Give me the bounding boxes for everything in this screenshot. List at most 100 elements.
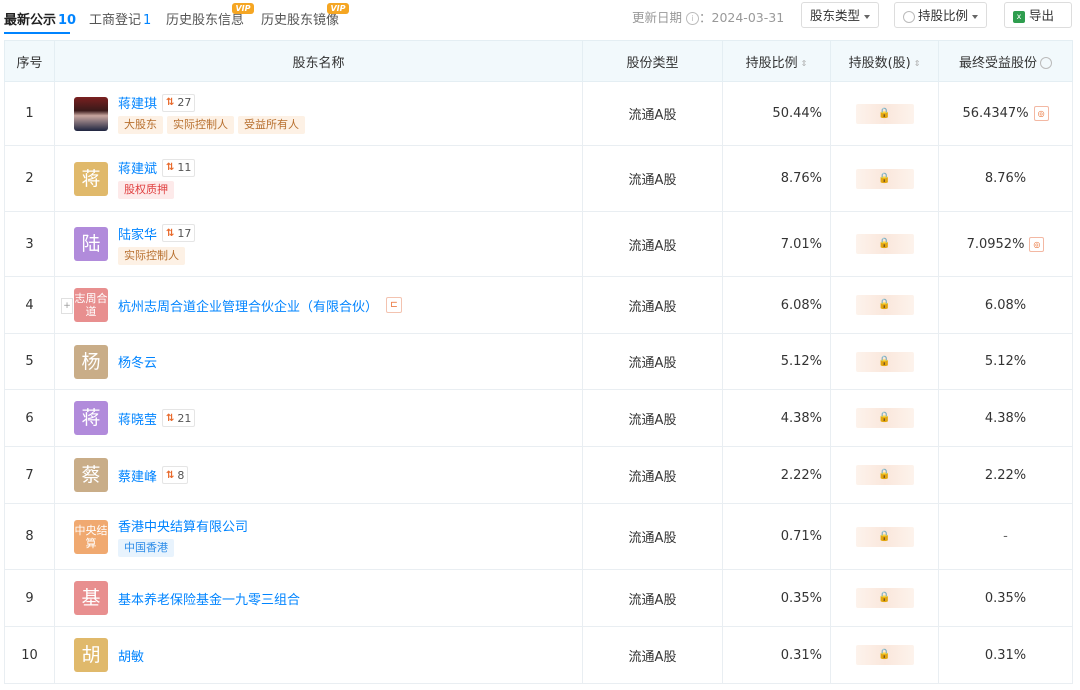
- avatar: [74, 96, 108, 131]
- relation-icon: ⇅: [166, 469, 175, 481]
- holder-cell: 蒋建琪 ⇅ 27 大股东 实际控制人 受益所有人: [54, 81, 583, 146]
- avatar: 蔡: [74, 458, 108, 492]
- table-row: 2 蒋蒋建斌 ⇅ 11 股权质押 流通A股 8.76% 🔒 8.76%: [4, 145, 1073, 212]
- holding-ratio: 2.22%: [722, 446, 831, 504]
- holder-name-line: 杨冬云: [118, 352, 157, 371]
- tab-history-shareholders[interactable]: 历史股东信息 VIP: [166, 3, 254, 28]
- share-count-locked: 🔒: [830, 276, 939, 334]
- lock-icon[interactable]: 🔒: [855, 351, 914, 372]
- relation-icon: ⇅: [166, 227, 175, 239]
- info-icon[interactable]: i: [686, 12, 699, 25]
- update-date-value: ：2024-03-31: [699, 10, 785, 25]
- lock-icon[interactable]: 🔒: [855, 168, 914, 189]
- holder-name-link[interactable]: 蒋建斌: [118, 158, 157, 177]
- avatar: 杨: [74, 344, 108, 379]
- avatar: 基: [74, 581, 108, 615]
- holder-name-link[interactable]: 胡敏: [118, 646, 144, 665]
- relation-count: 27: [177, 96, 192, 109]
- holder-name-link[interactable]: 杨冬云: [118, 352, 157, 371]
- relation-count: 17: [177, 226, 192, 240]
- final-benefit-share: 6.08%: [938, 276, 1073, 334]
- row-number: 9: [4, 569, 55, 627]
- table-row: 8 中央结算 香港中央结算有限公司 中国香港 流通A股 0.71% 🔒 -: [4, 503, 1073, 570]
- holder-name-link[interactable]: 蔡建峰: [118, 466, 157, 485]
- share-count-locked: 🔒: [830, 626, 939, 684]
- tab-business-registration[interactable]: 工商登记 1: [89, 9, 151, 28]
- shareholder-table: 序号 股东名称 股份类型 持股比例 ⇕ 持股数(股) ⇕ 最终受益股份 1 蒋建琪 ⇅ 2…: [4, 40, 1073, 684]
- holder-cell: 陆陆家华 ⇅ 17 实际控制人: [54, 211, 583, 277]
- relation-count-badge[interactable]: ⇅ 11: [162, 158, 196, 177]
- avatar: 胡: [74, 638, 108, 672]
- sort-icon[interactable]: ⇕: [914, 59, 921, 68]
- final-benefit-share: 7.0952% ◎: [938, 211, 1073, 277]
- holder-name-link[interactable]: 香港中央结算有限公司: [118, 516, 248, 535]
- vip-badge-icon: VIP: [327, 3, 349, 14]
- holder-name-link[interactable]: 陆家华: [118, 224, 157, 243]
- holder-name-link[interactable]: 杭州志周合道企业管理合伙企业（有限合伙）: [118, 296, 378, 315]
- tab-count: 10: [58, 13, 77, 28]
- lock-icon[interactable]: 🔒: [855, 526, 914, 547]
- export-button[interactable]: x 导出: [1004, 2, 1072, 28]
- row-number: 3: [4, 211, 55, 277]
- relation-count-badge[interactable]: ⇅ 21: [162, 409, 196, 427]
- relation-count-badge[interactable]: ⇅ 27: [162, 93, 196, 112]
- relation-count-badge[interactable]: ⇅ 8: [162, 466, 189, 484]
- share-type: 流通A股: [582, 446, 723, 504]
- relation-icon: ⇅: [166, 162, 175, 173]
- caret-down-icon: [864, 14, 871, 19]
- holder-type-dropdown[interactable]: 股东类型: [801, 2, 880, 28]
- tab-label: 历史股东镜像: [261, 13, 340, 28]
- sort-icon[interactable]: ⇕: [801, 59, 808, 68]
- share-count-locked: 🔒: [830, 211, 939, 277]
- holding-ratio: 7.01%: [722, 211, 831, 277]
- relation-icon: ⇅: [166, 412, 175, 424]
- holding-ratio: 4.38%: [722, 389, 831, 447]
- lock-icon[interactable]: 🔒: [855, 295, 914, 315]
- holder-info: 蒋蒋建斌 ⇅ 11 股权质押: [56, 158, 581, 199]
- lock-icon[interactable]: 🔒: [855, 234, 914, 254]
- tab-count: 1: [143, 13, 152, 28]
- tab-history-shareholder-mirror[interactable]: 历史股东镜像 VIP: [261, 3, 349, 28]
- expand-icon[interactable]: +: [61, 298, 73, 314]
- holder-name-block: 蒋建斌 ⇅ 11 股权质押: [118, 158, 196, 199]
- share-count-locked: 🔒: [830, 569, 939, 627]
- table-row: 5 杨杨冬云 流通A股 5.12% 🔒 5.12%: [4, 333, 1073, 390]
- col-header-shares[interactable]: 持股数(股) ⇕: [830, 40, 939, 82]
- table-row: 3 陆陆家华 ⇅ 17 实际控制人 流通A股 7.01% 🔒 7.0952% ◎: [4, 211, 1073, 277]
- holder-tags: 大股东 实际控制人 受益所有人: [118, 116, 309, 134]
- lock-icon[interactable]: 🔒: [855, 645, 914, 665]
- col-header-name: 股东名称: [54, 40, 583, 82]
- holder-name-link[interactable]: 基本养老保险基金一九零三组合: [118, 589, 300, 608]
- lock-icon[interactable]: 🔒: [855, 465, 914, 485]
- table-row: 1 蒋建琪 ⇅ 27 大股东 实际控制人 受益所有人 流通A股 50.44% 🔒 56.4347% ◎: [4, 81, 1073, 146]
- holder-name-block: 杨冬云: [118, 352, 157, 371]
- relation-count-badge[interactable]: ⇅ 17: [162, 224, 196, 242]
- row-number: 5: [4, 333, 55, 390]
- tab-latest-disclosure[interactable]: 最新公示 10: [4, 9, 76, 28]
- lock-icon[interactable]: 🔒: [855, 408, 914, 428]
- holder-tags: 股权质押: [118, 181, 195, 199]
- holder-cell: 蔡蔡建峰 ⇅ 8: [54, 446, 583, 504]
- equity-tree-icon[interactable]: ⊏: [386, 297, 403, 313]
- excel-icon: x: [1013, 10, 1025, 23]
- holding-ratio-dropdown[interactable]: 持股比例: [894, 2, 988, 28]
- holder-name-link[interactable]: 蒋建琪: [118, 93, 157, 112]
- share-type: 流通A股: [582, 81, 723, 146]
- holder-tag: 实际控制人: [167, 116, 234, 134]
- relation-count: 21: [177, 411, 192, 425]
- info-icon[interactable]: [1040, 57, 1052, 69]
- lock-icon[interactable]: 🔒: [855, 103, 914, 124]
- benefit-chain-icon[interactable]: ◎: [1033, 106, 1049, 121]
- holder-name-block: 蒋建琪 ⇅ 27 大股东 实际控制人 受益所有人: [118, 93, 309, 134]
- holder-info: + 志周合道 杭州志周合道企业管理合伙企业（有限合伙） ⊏: [56, 288, 581, 322]
- benefit-chain-icon[interactable]: ◎: [1029, 236, 1045, 252]
- final-benefit-value: 7.0952%: [966, 236, 1025, 252]
- lock-icon[interactable]: 🔒: [855, 588, 914, 608]
- holder-tag: 实际控制人: [118, 246, 185, 265]
- holder-name-line: 香港中央结算有限公司: [118, 516, 248, 535]
- share-count-locked: 🔒: [830, 333, 939, 390]
- holder-tag: 中国香港: [118, 539, 174, 557]
- holder-name-link[interactable]: 蒋晓莹: [118, 409, 157, 428]
- final-benefit-value: 4.38%: [984, 410, 1027, 426]
- col-header-ratio[interactable]: 持股比例 ⇕: [722, 40, 831, 82]
